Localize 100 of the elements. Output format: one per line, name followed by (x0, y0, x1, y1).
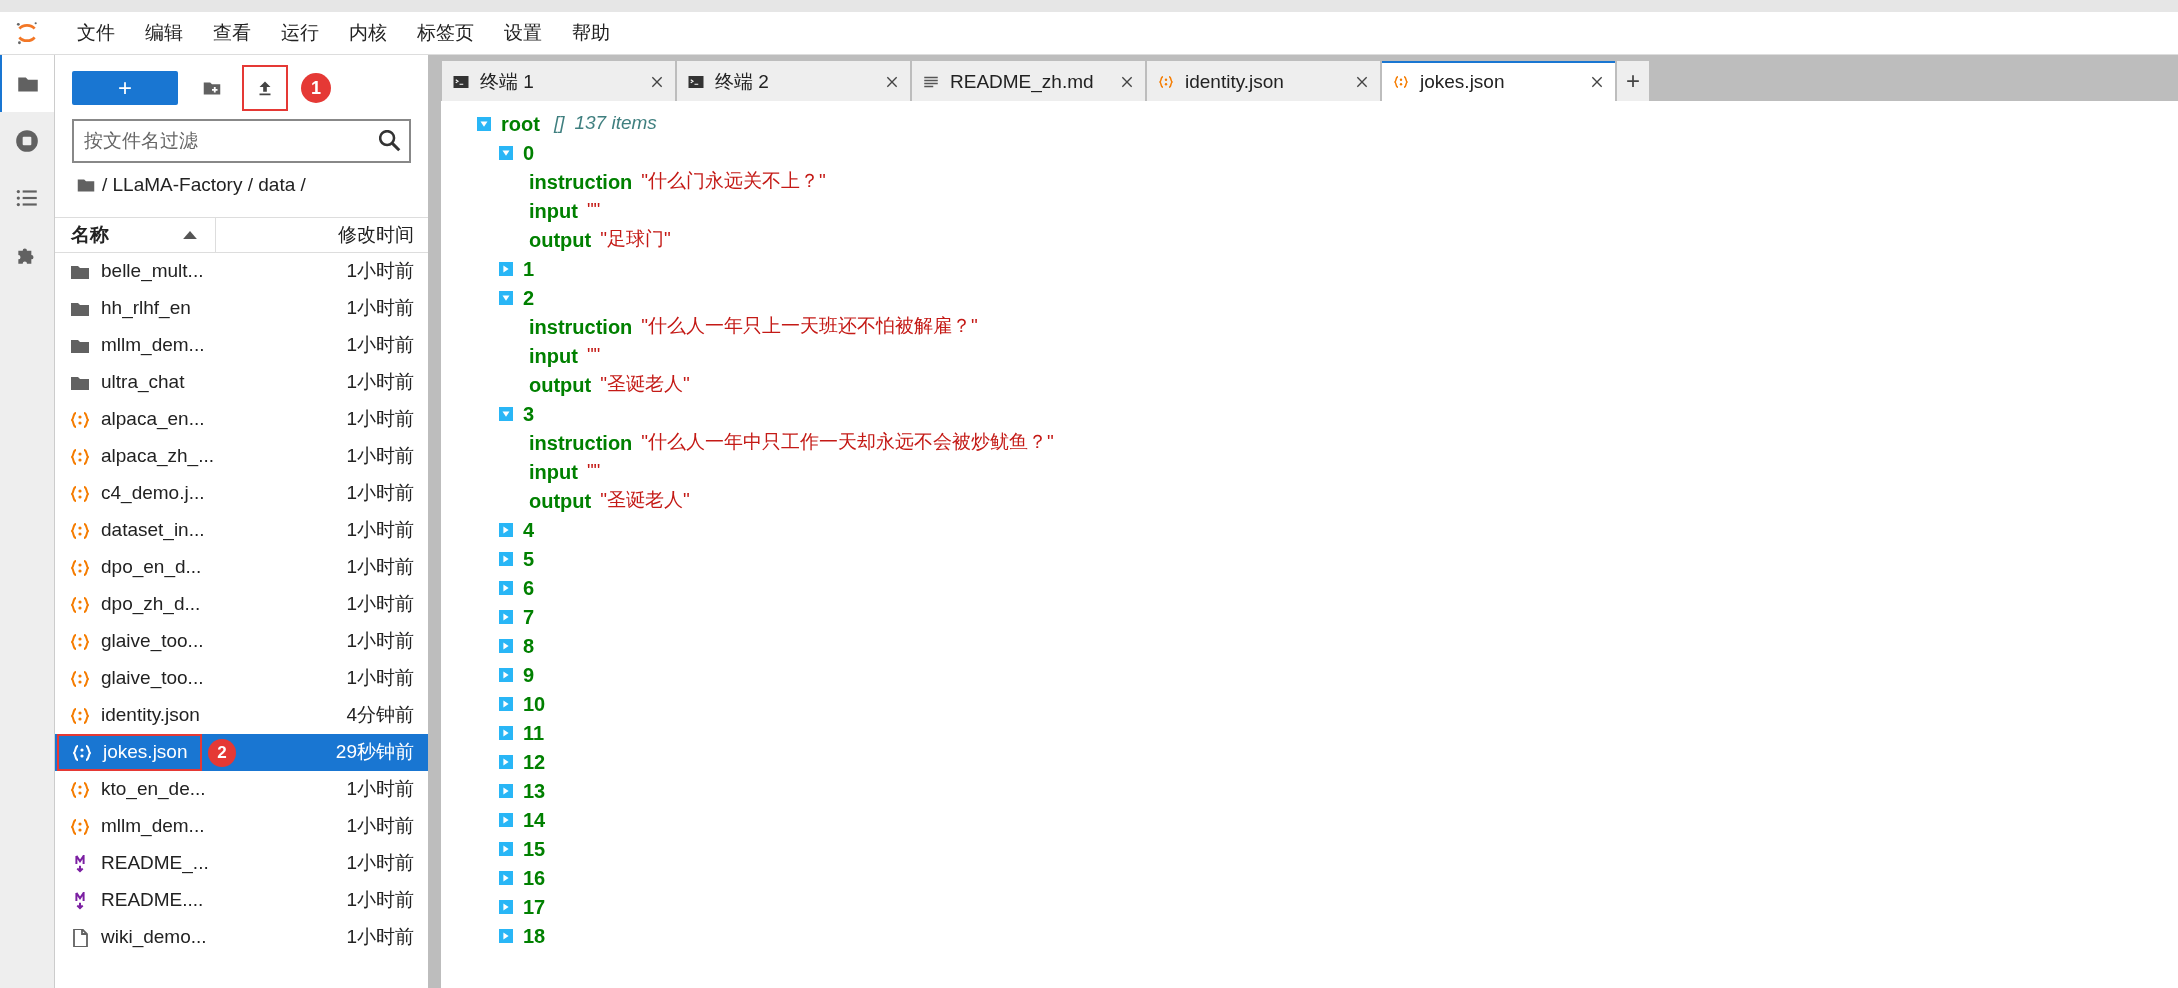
expand-toggle-icon[interactable] (499, 725, 513, 740)
expand-toggle-icon[interactable] (499, 522, 513, 537)
file-item[interactable]: c4_demo.j... 1小时前 (55, 475, 428, 512)
file-item[interactable]: alpaca_zh_... 1小时前 (55, 438, 428, 475)
column-header[interactable]: 名称 (55, 218, 216, 252)
menu-item[interactable]: 编辑 (134, 18, 194, 48)
stop-circle-icon[interactable] (14, 127, 40, 154)
close-icon[interactable] (1119, 74, 1135, 90)
file-item[interactable]: glaive_too... 1小时前 (55, 660, 428, 697)
braces-icon (73, 743, 91, 762)
json-key: output (529, 485, 592, 516)
close-icon[interactable] (884, 74, 900, 90)
expand-toggle-icon[interactable] (499, 638, 513, 653)
tab-label: identity.json (1185, 69, 1285, 94)
annotation-badge: 2 (208, 738, 236, 767)
file-item[interactable]: dataset_in... 1小时前 (55, 512, 428, 549)
json-key: 13 (523, 775, 546, 806)
expand-toggle-icon[interactable] (499, 667, 513, 682)
menu-item[interactable]: 运行 (270, 18, 330, 48)
collapse-toggle-icon[interactable] (499, 406, 513, 421)
menu-item[interactable]: 帮助 (561, 18, 621, 48)
editor-tab[interactable]: 终端 2 (677, 61, 910, 101)
file-name: alpaca_zh_... (101, 444, 215, 469)
json-key: 12 (523, 746, 546, 777)
json-key: 3 (523, 398, 535, 429)
expand-toggle-icon[interactable] (499, 783, 513, 798)
sidebar-tab[interactable] (0, 55, 54, 112)
collapse-toggle-icon[interactable] (499, 290, 513, 305)
file-name: dpo_zh_d... (101, 592, 201, 617)
file-item[interactable]: glaive_too... 1小时前 (55, 623, 428, 660)
editor-tab[interactable]: README_zh.md (912, 61, 1145, 101)
expand-toggle-icon[interactable] (499, 551, 513, 566)
menu-item[interactable]: 设置 (493, 18, 553, 48)
search-icon (379, 130, 401, 152)
file-item[interactable]: mllm_dem... 1小时前 (55, 808, 428, 845)
file-name: mllm_dem... (101, 814, 205, 839)
modified-time: 1小时前 (346, 814, 415, 839)
file-item[interactable]: belle_mult... 1小时前 (55, 253, 428, 290)
file-item[interactable]: jokes.json 2 29秒钟前 (55, 734, 428, 771)
expand-toggle-icon[interactable] (499, 870, 513, 885)
expand-toggle-icon[interactable] (499, 928, 513, 943)
menu-item[interactable]: 内核 (338, 18, 398, 48)
json-key: 8 (523, 630, 535, 661)
file-item[interactable]: ultra_chat 1小时前 (55, 364, 428, 401)
file-item[interactable]: README_... 1小时前 (55, 845, 428, 882)
file-name: hh_rlhf_en (101, 296, 191, 321)
file-name: mllm_dem... (101, 333, 205, 358)
file-item[interactable]: kto_en_de... 1小时前 (55, 771, 428, 808)
expand-toggle-icon[interactable] (499, 696, 513, 711)
file-item[interactable]: hh_rlhf_en 1小时前 (55, 290, 428, 327)
file-item[interactable]: dpo_zh_d... 1小时前 (55, 586, 428, 623)
breadcrumb-path[interactable]: / LLaMA-Factory / data / (102, 170, 306, 200)
json-key: input (529, 195, 578, 226)
menu-item[interactable]: 文件 (66, 18, 126, 48)
menu-item[interactable]: 标签页 (406, 18, 485, 48)
new-launcher-button[interactable]: + (72, 71, 178, 105)
menu-item[interactable]: 查看 (202, 18, 262, 48)
close-icon[interactable] (649, 74, 665, 90)
tab-label: 终端 1 (480, 69, 535, 94)
file-name: ultra_chat (101, 370, 185, 395)
json-key: 17 (523, 891, 546, 922)
array-bracket-mark: [] (553, 111, 565, 136)
tab-label: jokes.json (1420, 69, 1506, 94)
file-item[interactable]: mllm_dem... 1小时前 (55, 327, 428, 364)
modified-time: 1小时前 (346, 777, 415, 802)
collapse-toggle-icon[interactable] (477, 116, 491, 131)
expand-toggle-icon[interactable] (499, 812, 513, 827)
braces-icon (71, 521, 89, 540)
expand-toggle-icon[interactable] (499, 899, 513, 914)
expand-toggle-icon[interactable] (499, 754, 513, 769)
file-item[interactable]: dpo_en_d... 1小时前 (55, 549, 428, 586)
filter-field[interactable]: 按文件名过滤 (72, 119, 411, 163)
file-name: kto_en_de... (101, 777, 206, 802)
column-header[interactable]: 修改时间 (216, 218, 428, 252)
expand-toggle-icon[interactable] (499, 580, 513, 595)
add-tab-button[interactable]: + (1617, 61, 1649, 101)
collapse-toggle-icon[interactable] (499, 145, 513, 160)
editor-tab[interactable]: 终端 1 (442, 61, 675, 101)
column-header-label: 名称 (71, 222, 109, 247)
modified-time: 1小时前 (346, 555, 415, 580)
upload-button[interactable] (242, 65, 288, 111)
expand-toggle-icon[interactable] (499, 261, 513, 276)
expand-toggle-icon[interactable] (499, 609, 513, 624)
file-item[interactable]: README.... 1小时前 (55, 882, 428, 919)
editor-tab[interactable]: identity.json (1147, 61, 1380, 101)
file-name: identity.json (101, 703, 200, 728)
file-item[interactable]: identity.json 4分钟前 (55, 697, 428, 734)
braces-icon (71, 817, 89, 836)
file-name: alpaca_en... (101, 407, 205, 432)
modified-time: 1小时前 (346, 629, 415, 654)
file-name: wiki_demo... (101, 925, 207, 950)
close-icon[interactable] (1354, 74, 1370, 90)
editor-tab[interactable]: jokes.json (1382, 61, 1615, 101)
braces-icon (71, 447, 89, 466)
modified-time: 1小时前 (346, 925, 415, 950)
close-icon[interactable] (1589, 74, 1605, 90)
expand-toggle-icon[interactable] (499, 841, 513, 856)
file-item[interactable]: alpaca_en... 1小时前 (55, 401, 428, 438)
file-item[interactable]: wiki_demo... 1小时前 (55, 919, 428, 956)
json-key: 16 (523, 862, 546, 893)
